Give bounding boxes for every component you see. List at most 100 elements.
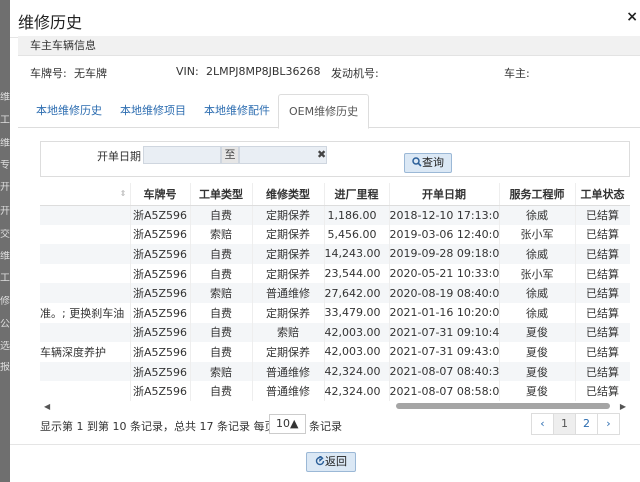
column-header[interactable]: 开单日期: [389, 183, 500, 206]
back-button[interactable]: 返回: [306, 452, 356, 472]
search-icon: [412, 157, 422, 167]
horizontal-scrollbar[interactable]: ◀ ▶: [40, 401, 630, 411]
table-cell: 已结算: [575, 283, 630, 303]
modal-header: 维修历史 ×: [10, 0, 640, 38]
table-row[interactable]: 浙A5Z596 自费 普通维修 42,324.00 2021-08-07 08:58:0…: [40, 381, 630, 401]
table-row[interactable]: 浙A5Z596 自费 定期保养 23,544.00 2020-05-21 10:33:0…: [40, 263, 630, 284]
table-cell: [40, 361, 131, 382]
table-cell: 张小军: [499, 224, 576, 245]
table-cell: 14,243.00: [324, 244, 390, 264]
vin-value: 2LMPJ8MP8JBL36268: [206, 65, 321, 78]
table-row[interactable]: 浙A5Z596 索赔 定期保养 5,456.00 2019-03-06 12:40:00…: [40, 224, 630, 245]
table-cell: 2018-12-10 17:13:00: [389, 205, 500, 225]
scroll-left-icon[interactable]: ◀: [44, 402, 50, 411]
column-header[interactable]: 维修类型: [252, 183, 325, 206]
search-panel: 开单日期 至 ✖ 查询: [40, 141, 630, 177]
table-cell: 42,003.00: [324, 322, 390, 343]
info-row: 车牌号: 无车牌 VIN: 2LMPJ8MP8JBL36268 发动机号: 车主…: [18, 56, 640, 86]
table-cell: 浙A5Z596: [130, 224, 191, 245]
table-cell: 自费: [190, 205, 253, 225]
table-row[interactable]: 车辆深度养护 浙A5Z596 自费 定期保养 42,003.00 2021-07-31 0…: [40, 342, 630, 362]
table-cell: 2021-07-31 09:43:00: [389, 342, 500, 362]
page-1-button[interactable]: 1: [553, 413, 576, 435]
start-date-input[interactable]: [143, 146, 221, 164]
table-cell: 浙A5Z596: [130, 283, 191, 303]
table-cell: 夏俊: [499, 322, 576, 343]
table-cell: 徐威: [499, 283, 576, 303]
table-cell: 夏俊: [499, 361, 576, 382]
page-2-button[interactable]: 2: [575, 413, 598, 435]
table-cell: 2021-01-16 10:20:00: [389, 302, 500, 323]
table-cell: 定期保养: [252, 244, 325, 264]
table-cell: 42,324.00: [324, 381, 390, 401]
column-header-label: 服务工程师: [509, 187, 565, 201]
table-cell: 已结算: [575, 263, 630, 284]
table-cell: 徐威: [499, 302, 576, 323]
table-cell: 浙A5Z596: [130, 302, 191, 323]
table-cell: 徐威: [499, 244, 576, 264]
end-date-input[interactable]: [239, 146, 327, 164]
table-cell: [40, 224, 131, 245]
table-cell: 索赔: [190, 224, 253, 245]
column-header[interactable]: 工单状态: [575, 183, 630, 206]
oem-history-table: ⇕ 车牌号 工单类型 维修类型 进厂里程 开单日期 服务工程师 工单状态 浙A5Z596 自费定…: [40, 183, 630, 401]
plate-label: 车牌号:: [30, 67, 67, 80]
next-page-button[interactable]: ›: [597, 413, 620, 435]
column-header[interactable]: 工单类型: [190, 183, 253, 206]
table-cell: 已结算: [575, 322, 630, 343]
table-cell: 浙A5Z596: [130, 381, 191, 401]
table-cell: 车辆深度养护: [40, 342, 131, 362]
table-cell: 自费: [190, 263, 253, 284]
tab-local-items[interactable]: 本地维修项目: [110, 94, 196, 128]
table-cell: 浙A5Z596: [130, 342, 191, 362]
tab-local-history[interactable]: 本地维修历史: [26, 94, 112, 128]
tab-oem-history[interactable]: OEM维修历史: [278, 94, 370, 129]
vin-label: VIN:: [176, 65, 199, 78]
table-cell: 42,324.00: [324, 361, 390, 382]
table-row[interactable]: 浙A5Z596 自费 索赔 42,003.00 2021-07-31 09:10:49 夏…: [40, 322, 630, 343]
table-cell: 2020-05-21 10:33:00: [389, 263, 500, 284]
column-header-label: 维修类型: [266, 187, 310, 201]
clear-date-icon[interactable]: ✖: [317, 148, 326, 161]
column-header-label: 进厂里程: [334, 187, 379, 201]
table-cell: [40, 205, 131, 225]
table-cell: 2019-03-06 12:40:00: [389, 224, 500, 245]
tab-local-parts[interactable]: 本地维修配件: [194, 94, 280, 128]
table-cell: [40, 263, 131, 284]
table-cell: [40, 283, 131, 303]
query-label: 查询: [422, 156, 444, 169]
modal-title: 维修历史: [18, 13, 83, 32]
scroll-right-icon[interactable]: ▶: [620, 402, 626, 411]
table-cell: 自费: [190, 322, 253, 343]
close-icon[interactable]: ×: [626, 9, 638, 25]
table-cell: 已结算: [575, 342, 630, 362]
table-cell: 普通维修: [252, 361, 325, 382]
table-row[interactable]: 浙A5Z596 索赔 普通维修 42,324.00 2021-08-07 08:40:3…: [40, 361, 630, 382]
table-cell: 徐威: [499, 205, 576, 225]
query-button[interactable]: 查询: [404, 153, 452, 173]
table-row[interactable]: 准。; 更换刹车油 浙A5Z596 自费 定期保养 33,479.00 2021-01-1…: [40, 302, 630, 323]
table-cell: 普通维修: [252, 283, 325, 303]
column-header[interactable]: 车牌号: [130, 183, 191, 206]
table-cell: 42,003.00: [324, 342, 390, 362]
table-cell: 浙A5Z596: [130, 361, 191, 382]
column-header[interactable]: ⇕: [40, 183, 131, 206]
table-cell: 定期保养: [252, 302, 325, 323]
page-size-select[interactable]: 10▲: [269, 414, 306, 434]
scroll-thumb[interactable]: [396, 403, 610, 409]
sort-icon: ⇕: [119, 189, 127, 198]
table-cell: 自费: [190, 302, 253, 323]
table-cell: 2021-07-31 09:10:49: [389, 322, 500, 343]
table-row[interactable]: 浙A5Z596 索赔 普通维修 27,642.00 2020-08-19 08:40:0…: [40, 283, 630, 303]
prev-page-button[interactable]: ‹: [531, 413, 554, 435]
date-range-separator: 至: [221, 146, 239, 164]
table-cell: [40, 322, 131, 343]
table-row[interactable]: 浙A5Z596 自费 定期保养 1,186.00 2018-12-10 17:13:00…: [40, 205, 630, 225]
table-cell: 浙A5Z596: [130, 322, 191, 343]
table-cell: 索赔: [190, 361, 253, 382]
column-header[interactable]: 进厂里程: [324, 183, 390, 206]
table-cell: 27,642.00: [324, 283, 390, 303]
table-cell: 张小军: [499, 263, 576, 284]
column-header[interactable]: 服务工程师: [499, 183, 576, 206]
table-row[interactable]: 浙A5Z596 自费 定期保养 14,243.00 2019-09-28 09:18:0…: [40, 244, 630, 264]
